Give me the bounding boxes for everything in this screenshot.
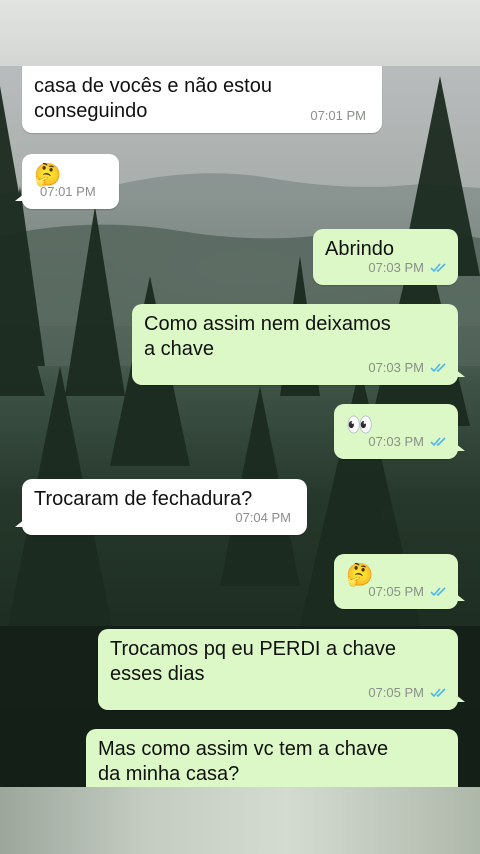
message-time: 07:05 PM [368, 584, 424, 599]
message-bubble-incoming[interactable]: casa de vocês e não estou conseguindo 07… [22, 66, 382, 133]
message-bubble-outgoing[interactable]: 🤔 07:05 PM [334, 554, 465, 609]
bubble-tail [455, 443, 465, 451]
message-time: 07:03 PM [368, 260, 424, 275]
double-check-read-icon [430, 437, 446, 447]
message-meta: 07:05 PM [368, 579, 448, 604]
message-meta: 07:03 PM [368, 355, 448, 380]
bubble-tail [455, 369, 465, 377]
bubble-tail [455, 593, 465, 601]
message-text: Mas como assim vc tem a chave da minha c… [98, 738, 389, 785]
message-time: 07:01 PM [40, 184, 96, 199]
top-bar [0, 0, 480, 66]
message-time: 07:03 PM [368, 434, 424, 449]
bottom-bar [0, 787, 480, 854]
chat-area[interactable]: casa de vocês e não estou conseguindo 07… [0, 66, 480, 787]
message-bubble-outgoing[interactable]: Mas como assim vc tem a chave da minha c… [86, 729, 458, 787]
message-bubble-incoming[interactable]: 🤔 07:01 PM [15, 154, 119, 209]
message-meta: 07:03 PM [368, 429, 448, 454]
message-meta: 07:01 PM [40, 179, 96, 204]
bubble-tail [455, 694, 465, 702]
bubble-tail [15, 193, 25, 201]
message-time: 07:04 PM [235, 510, 291, 525]
double-check-read-icon [430, 263, 446, 273]
message-meta: 07:04 PM [235, 505, 291, 530]
message-bubble-outgoing[interactable]: Abrindo 07:03 PM [313, 229, 458, 285]
message-bubble-outgoing[interactable]: 👀 07:03 PM [334, 404, 465, 459]
double-check-read-icon [430, 363, 446, 373]
message-bubble-outgoing[interactable]: Como assim nem deixamos a chave 07:03 PM [132, 304, 465, 385]
double-check-read-icon [430, 587, 446, 597]
message-meta: 07:03 PM [368, 255, 448, 280]
bubble-tail [15, 519, 25, 527]
message-meta: 07:01 PM [310, 103, 366, 128]
message-time: 07:05 PM [368, 685, 424, 700]
message-bubble-outgoing[interactable]: Trocamos pq eu PERDI a chave esses dias … [98, 629, 465, 710]
message-bubble-incoming[interactable]: Trocaram de fechadura? 07:04 PM [15, 479, 307, 535]
message-time: 07:01 PM [310, 108, 366, 123]
message-meta: 07:05 PM [368, 680, 448, 705]
message-time: 07:03 PM [368, 360, 424, 375]
double-check-read-icon [430, 688, 446, 698]
